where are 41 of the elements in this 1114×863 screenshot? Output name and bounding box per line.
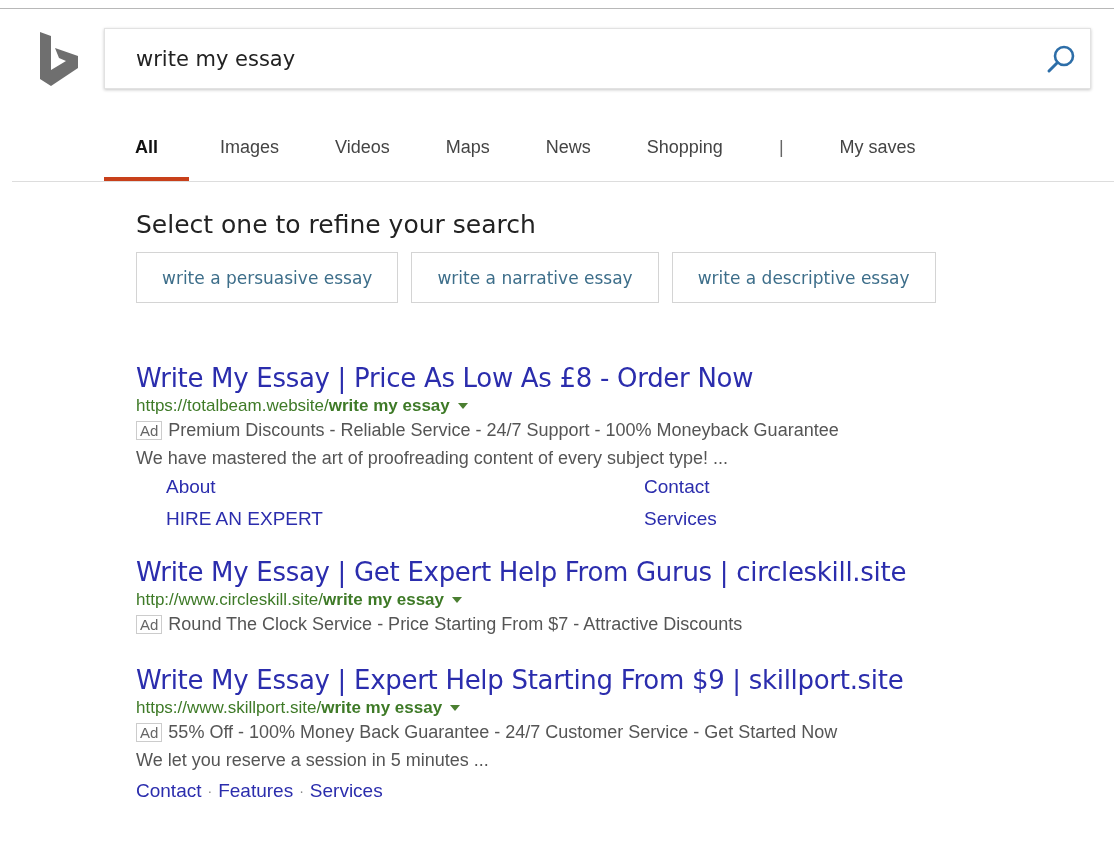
result-url: https://totalbeam.website/write my essay bbox=[136, 396, 450, 416]
nav-tab[interactable]: All bbox=[104, 137, 189, 181]
sitelink[interactable]: Features bbox=[218, 780, 294, 802]
sitelink[interactable]: Services bbox=[644, 508, 844, 530]
ad-description: 55% Off - 100% Money Back Guarantee - 24/7 Customer Service - Get Started Now bbox=[168, 722, 838, 743]
ad-description: Round The Clock Service - Price Starting From $7 - Attractive Discounts bbox=[168, 614, 743, 635]
ad-badge: Ad bbox=[136, 421, 163, 440]
nav-tab[interactable]: Videos bbox=[335, 137, 390, 181]
sitelink[interactable]: Contact bbox=[136, 780, 202, 802]
search-field[interactable]: write my essay bbox=[104, 28, 1091, 89]
sitelink[interactable]: Services bbox=[309, 780, 383, 802]
ad-badge: Ad bbox=[136, 723, 163, 742]
nav-tab[interactable]: Shopping bbox=[646, 137, 723, 181]
nav-tab[interactable]: Images bbox=[220, 137, 280, 181]
result-snippet: We have mastered the art of proofreading content of every subject type! ... bbox=[136, 447, 729, 470]
suggestion-button[interactable]: write a persuasive essay bbox=[136, 252, 399, 303]
sitelink[interactable]: Contact bbox=[644, 476, 844, 498]
sitelink[interactable]: About bbox=[166, 476, 644, 498]
caret-icon[interactable] bbox=[457, 403, 468, 409]
ad-description: Premium Discounts - Reliable Service - 24/7 Support - 100% Moneyback Guarantee bbox=[168, 420, 839, 441]
result-title-link[interactable]: Write My Essay | Get Expert Help From Gurus | circleskill.site bbox=[136, 555, 1114, 589]
result-url: https://www.skillport.site/write my essay bbox=[136, 698, 443, 718]
nav-tab[interactable]: News bbox=[545, 137, 591, 181]
ad-badge: Ad bbox=[136, 615, 163, 634]
caret-icon[interactable] bbox=[452, 597, 462, 603]
sitelink[interactable]: HIRE AN EXPERT bbox=[166, 508, 644, 530]
caret-icon[interactable] bbox=[450, 705, 461, 711]
nav-tab[interactable]: Maps bbox=[445, 137, 490, 181]
result-url: http://www.circleskill.site/write my essay bbox=[136, 590, 444, 610]
suggestion-button[interactable]: write a narrative essay bbox=[411, 252, 659, 303]
search-icon[interactable] bbox=[1046, 43, 1076, 74]
nav-tab[interactable]: My saves bbox=[839, 137, 916, 181]
separator-dot: · bbox=[207, 783, 213, 799]
separator-dot: · bbox=[299, 783, 304, 799]
logo-icon[interactable] bbox=[40, 31, 80, 86]
refine-heading: Select one to refine your search bbox=[136, 210, 537, 239]
result-title-link[interactable]: Write My Essay | Expert Help Starting From $9 | skillport.site bbox=[136, 663, 1114, 697]
tab-separator: | bbox=[778, 137, 784, 159]
suggestion-button[interactable]: write a descriptive essay bbox=[671, 252, 936, 303]
result-snippet: We let you reserve a session in 5 minutes ... bbox=[136, 749, 490, 772]
result-title-link[interactable]: Write My Essay | Price As Low As £8 - Order Now bbox=[136, 361, 1114, 395]
